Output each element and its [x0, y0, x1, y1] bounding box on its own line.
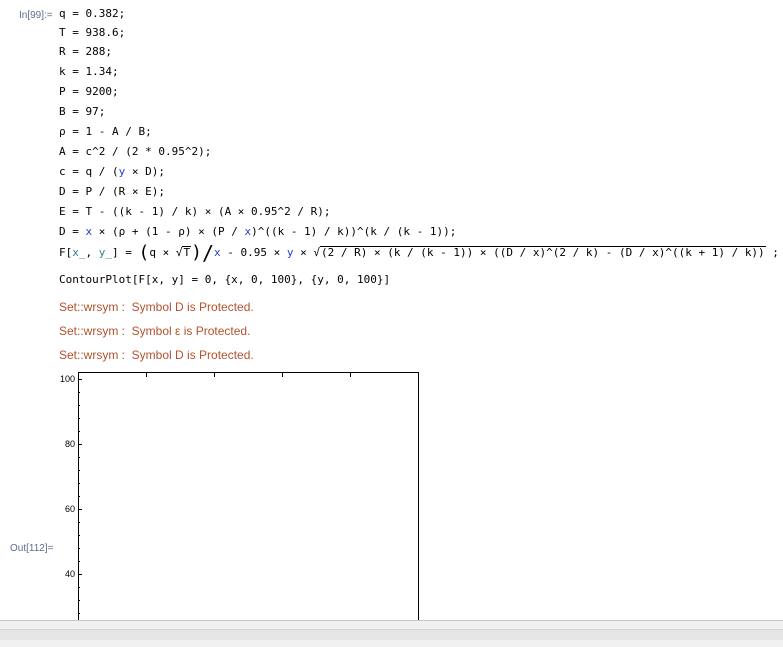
y-tick-label: 100: [59, 374, 75, 384]
y-minor-tick: [78, 496, 80, 497]
output-label: Out[112]=: [10, 543, 54, 554]
y-minor-tick: [78, 431, 80, 432]
y-minor-tick: [78, 548, 80, 549]
x-top-tick: [350, 373, 351, 377]
y-tick-label: 40: [64, 569, 75, 579]
code-line-q[interactable]: q = 0.382;: [59, 7, 125, 21]
y-minor-tick: [78, 418, 80, 419]
horizontal-scrollbar[interactable]: [0, 620, 783, 647]
y-minor-tick: [78, 457, 80, 458]
scrollbar-track[interactable]: [0, 629, 783, 640]
y-minor-tick: [78, 405, 80, 406]
code-line-e[interactable]: E = T - ((k - 1) / k) × (A × 0.95^2 / R)…: [59, 205, 331, 219]
contour-plot-frame[interactable]: [78, 372, 419, 633]
code-line-a[interactable]: A = c^2 / (2 * 0.95^2);: [59, 145, 211, 159]
x-top-tick: [214, 373, 215, 377]
code-line-k[interactable]: k = 1.34;: [59, 65, 119, 79]
code-line-d1[interactable]: D = P / (R × E);: [59, 185, 165, 199]
y-minor-tick: [78, 535, 80, 536]
code-line-c[interactable]: c = q / (y × D);: [59, 165, 165, 179]
y-minor-tick: [78, 522, 80, 523]
y-tick-label: 80: [64, 439, 75, 449]
y-minor-tick: [78, 587, 80, 588]
y-tick: [78, 379, 82, 380]
code-line-p[interactable]: P = 9200;: [59, 85, 119, 99]
y-minor-tick: [78, 613, 80, 614]
code-line-rho[interactable]: ρ = 1 - A / B;: [59, 125, 152, 139]
y-minor-tick: [78, 483, 80, 484]
y-tick: [78, 509, 82, 510]
y-tick: [78, 444, 82, 445]
input-label: In[99]:=: [19, 10, 53, 21]
code-line-f[interactable]: F[x_, y_] = (q × √T)/x - 0.95 × y × √(2 …: [59, 243, 779, 263]
message-line: Set::wrsym : Symbol D is Protected.: [59, 348, 254, 362]
y-minor-tick: [78, 392, 80, 393]
y-tick-label: 60: [64, 504, 75, 514]
y-tick: [78, 574, 82, 575]
x-top-tick: [282, 373, 283, 377]
code-line-t[interactable]: T = 938.6;: [59, 26, 125, 40]
code-line-d2[interactable]: D = x × (ρ + (1 - ρ) × (P / x)^((k - 1) …: [59, 225, 456, 239]
x-top-tick: [146, 373, 147, 377]
y-minor-tick: [78, 561, 80, 562]
message-line: Set::wrsym : Symbol D is Protected.: [59, 300, 254, 314]
code-line-r[interactable]: R = 288;: [59, 45, 112, 59]
y-minor-tick: [78, 470, 80, 471]
y-minor-tick: [78, 600, 80, 601]
code-line-contourplot[interactable]: ContourPlot[F[x, y] = 0, {x, 0, 100}, {y…: [59, 273, 390, 287]
message-line: Set::wrsym : Symbol ε is Protected.: [59, 324, 251, 338]
code-line-b[interactable]: B = 97;: [59, 105, 105, 119]
